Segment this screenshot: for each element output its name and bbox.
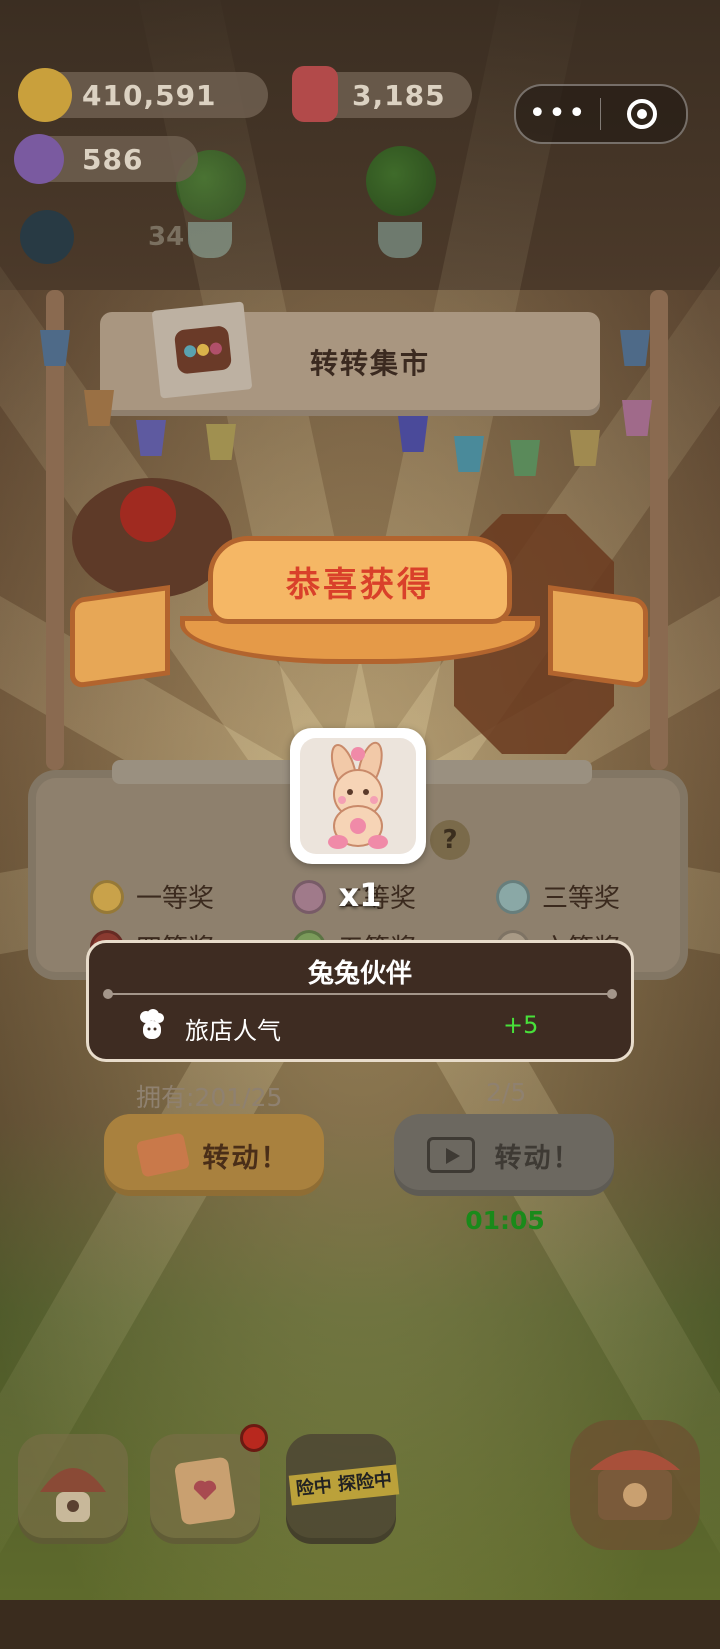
reward-item-name: 兔兔伙伴	[307, 959, 412, 989]
target-icon	[637, 109, 647, 119]
tv-photo-card	[151, 301, 253, 399]
bunting-flag	[398, 416, 428, 452]
spin-button[interactable]: 转动！	[104, 1114, 324, 1196]
prize-ball-icon	[292, 879, 326, 914]
notification-badge	[240, 1424, 268, 1452]
plant-pot	[378, 222, 422, 258]
swirl-candy-icon	[14, 134, 64, 184]
more-menu-button[interactable]: •••	[516, 99, 600, 129]
water-drop-icon[interactable]	[20, 210, 74, 264]
help-icon[interactable]: ?	[430, 820, 470, 860]
bunting-flag	[620, 330, 650, 366]
mushroom-house-icon	[40, 1468, 106, 1522]
congrats-title: 恭喜获得	[286, 565, 434, 605]
gem-counter[interactable]: 3,185	[292, 66, 472, 122]
ribbon-left-tail	[70, 584, 170, 690]
stat-value: +5	[503, 1011, 539, 1039]
water-count: 34	[148, 222, 185, 252]
stat-label: 旅店人气	[185, 1017, 281, 1045]
video-spin-label: 转动！	[494, 1142, 582, 1174]
prize-tier: 一等奖	[90, 878, 214, 915]
coin-icon	[18, 68, 72, 122]
prize-ball-icon	[90, 879, 124, 914]
bunting-flag	[454, 436, 484, 472]
red-flower	[120, 486, 176, 542]
bunting-flag	[510, 440, 540, 476]
reward-info-panel: 兔兔伙伴 旅店人气 +5	[86, 940, 634, 1062]
info-divider	[103, 989, 617, 999]
bunting-flag	[622, 400, 652, 436]
prize-ball-icon	[496, 879, 530, 914]
spin-button-label: 转动！	[202, 1142, 290, 1174]
bunting-flag	[206, 424, 236, 460]
nav-market-button[interactable]	[570, 1420, 700, 1550]
prize-tier: 三等奖	[496, 878, 620, 915]
close-miniprogram-button[interactable]	[627, 99, 657, 129]
owned-count: 拥有:201/25	[136, 1083, 283, 1112]
reward-item-frame	[300, 738, 416, 854]
coin-counter[interactable]: 410,591	[18, 68, 268, 122]
miniprogram-capsule: •••	[514, 84, 688, 144]
ribbon-right-tail	[548, 584, 648, 690]
carousel-icon	[590, 1450, 680, 1520]
crystal-icon	[292, 66, 338, 122]
capsule-divider	[600, 98, 601, 130]
video-spin-count: 2/5	[486, 1078, 527, 1107]
reward-quantity: x1	[338, 876, 382, 914]
video-spin-button[interactable]: 转动！	[394, 1114, 614, 1196]
bunny-plush-icon	[328, 741, 388, 849]
nav-home-button[interactable]	[18, 1434, 128, 1544]
tv-icon	[173, 325, 233, 375]
chef-icon	[140, 1009, 164, 1039]
video-icon	[426, 1137, 475, 1173]
bunting-flag	[40, 330, 70, 366]
ticket-counter[interactable]: 586	[14, 134, 198, 184]
nav-journal-button[interactable]	[150, 1434, 260, 1544]
notebook-icon	[174, 1457, 236, 1525]
stand-post-right	[650, 290, 668, 770]
bunting-flag	[570, 430, 600, 466]
bunting-flag	[136, 420, 166, 456]
ticket-icon	[135, 1132, 190, 1178]
bunting-flag	[84, 390, 114, 426]
cooldown-timer: 01:05	[465, 1206, 545, 1235]
reward-item-card	[290, 728, 426, 864]
potted-tree	[366, 146, 436, 216]
market-title: 转转集市	[309, 347, 430, 380]
